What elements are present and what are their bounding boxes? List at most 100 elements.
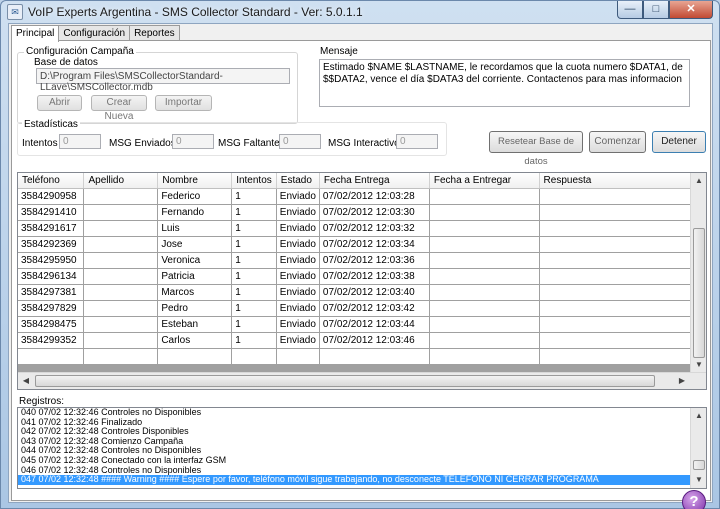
interactivos-field[interactable]: 0 bbox=[396, 134, 438, 149]
cell-nombre[interactable]: Marcos bbox=[157, 284, 233, 301]
col-respuesta[interactable]: Respuesta bbox=[539, 173, 706, 189]
enviados-field[interactable]: 0 bbox=[172, 134, 214, 149]
table-row[interactable]: 3584295950 Veronica 1 Enviado 07/02/2012 12:… bbox=[18, 252, 706, 269]
cell-fecha-a-entregar[interactable] bbox=[429, 252, 540, 269]
cell-fecha-entrega[interactable]: 07/02/2012 12:03:30 bbox=[319, 204, 430, 221]
title-bar[interactable]: ✉ VoIP Experts Argentina - SMS Collector… bbox=[1, 1, 719, 23]
cell-estado[interactable]: Enviado bbox=[276, 316, 320, 333]
cell-apellido[interactable] bbox=[83, 236, 159, 253]
scroll-right-arrow-icon[interactable]: ▶ bbox=[674, 373, 690, 389]
close-button[interactable]: ✕ bbox=[669, 1, 713, 19]
grid-vertical-thumb[interactable] bbox=[693, 228, 705, 358]
cell-estado[interactable]: Enviado bbox=[276, 252, 320, 269]
cell-telefono[interactable]: 3584295950 bbox=[18, 252, 85, 269]
table-row[interactable]: 3584291617 Luis 1 Enviado 07/02/2012 12:03:3… bbox=[18, 220, 706, 237]
cell-nombre[interactable]: Carlos bbox=[157, 332, 233, 349]
cell-apellido[interactable] bbox=[83, 316, 159, 333]
cell-fecha-entrega[interactable] bbox=[319, 348, 430, 365]
cell-intentos[interactable]: 1 bbox=[231, 220, 277, 237]
cell-estado[interactable]: Enviado bbox=[276, 236, 320, 253]
import-button[interactable]: Importar bbox=[155, 95, 212, 111]
cell-apellido[interactable] bbox=[83, 188, 159, 205]
table-row[interactable]: 3584297381 Marcos 1 Enviado 07/02/2012 12:03… bbox=[18, 284, 706, 301]
table-row[interactable]: 3584299352 Carlos 1 Enviado 07/02/2012 12:03… bbox=[18, 332, 706, 349]
cell-intentos[interactable]: 1 bbox=[231, 236, 277, 253]
cell-estado[interactable]: Enviado bbox=[276, 300, 320, 317]
cell-respuesta[interactable] bbox=[539, 332, 706, 349]
cell-respuesta[interactable] bbox=[539, 300, 706, 317]
cell-respuesta[interactable] bbox=[539, 268, 706, 285]
cell-nombre[interactable]: Pedro bbox=[157, 300, 233, 317]
cell-fecha-entrega[interactable]: 07/02/2012 12:03:32 bbox=[319, 220, 430, 237]
cell-fecha-a-entregar[interactable] bbox=[429, 332, 540, 349]
cell-fecha-entrega[interactable]: 07/02/2012 12:03:42 bbox=[319, 300, 430, 317]
minimize-button[interactable]: — bbox=[617, 1, 643, 19]
cell-fecha-entrega[interactable]: 07/02/2012 12:03:40 bbox=[319, 284, 430, 301]
help-button-icon[interactable]: ? bbox=[682, 490, 706, 509]
table-row[interactable]: 3584292369 Jose 1 Enviado 07/02/2012 12:03:3… bbox=[18, 236, 706, 253]
cell-fecha-entrega[interactable]: 07/02/2012 12:03:38 bbox=[319, 268, 430, 285]
log-line[interactable]: 047 07/02 12:32:48 #### Warning #### Esp… bbox=[18, 475, 706, 485]
cell-estado[interactable]: Enviado bbox=[276, 284, 320, 301]
scroll-down-arrow-icon[interactable]: ▼ bbox=[691, 357, 706, 373]
cell-nombre[interactable]: Esteban bbox=[157, 316, 233, 333]
cell-fecha-a-entregar[interactable] bbox=[429, 188, 540, 205]
create-new-button[interactable]: Crear Nueva bbox=[91, 95, 147, 122]
table-row[interactable]: 3584290958 Federico 1 Enviado 07/02/2012 12:… bbox=[18, 188, 706, 205]
log-scroll-thumb[interactable] bbox=[693, 460, 705, 470]
cell-intentos[interactable]: 1 bbox=[231, 252, 277, 269]
cell-fecha-entrega[interactable]: 07/02/2012 12:03:28 bbox=[319, 188, 430, 205]
log-listbox[interactable]: 040 07/02 12:32:46 Controles no Disponib… bbox=[17, 407, 707, 489]
cell-estado[interactable] bbox=[276, 348, 320, 365]
cell-fecha-a-entregar[interactable] bbox=[429, 300, 540, 317]
cell-intentos[interactable] bbox=[231, 348, 277, 365]
scroll-up-arrow-icon[interactable]: ▲ bbox=[691, 173, 706, 189]
col-apellido[interactable]: Apellido bbox=[83, 173, 159, 189]
table-row[interactable]: 3584296134 Patricia 1 Enviado 07/02/2012 12:… bbox=[18, 268, 706, 285]
faltantes-field[interactable]: 0 bbox=[279, 134, 321, 149]
cell-apellido[interactable] bbox=[83, 284, 159, 301]
cell-nombre[interactable]: Patricia bbox=[157, 268, 233, 285]
cell-estado[interactable]: Enviado bbox=[276, 268, 320, 285]
stop-button[interactable]: Detener bbox=[652, 131, 706, 153]
cell-apellido[interactable] bbox=[83, 268, 159, 285]
col-fecha-a-entregar[interactable]: Fecha a Entregar bbox=[429, 173, 540, 189]
col-estado[interactable]: Estado bbox=[276, 173, 320, 189]
table-row[interactable]: 3584297829 Pedro 1 Enviado 07/02/2012 12:03:… bbox=[18, 300, 706, 317]
cell-nombre[interactable]: Jose bbox=[157, 236, 233, 253]
cell-respuesta[interactable] bbox=[539, 316, 706, 333]
cell-telefono[interactable]: 3584292369 bbox=[18, 236, 85, 253]
cell-respuesta[interactable] bbox=[539, 220, 706, 237]
cell-intentos[interactable]: 1 bbox=[231, 204, 277, 221]
cell-respuesta[interactable] bbox=[539, 284, 706, 301]
scroll-left-arrow-icon[interactable]: ◀ bbox=[18, 373, 34, 389]
cell-telefono[interactable]: 3584298475 bbox=[18, 316, 85, 333]
log-scroll-up-icon[interactable]: ▲ bbox=[691, 408, 706, 424]
cell-fecha-a-entregar[interactable] bbox=[429, 284, 540, 301]
cell-intentos[interactable]: 1 bbox=[231, 300, 277, 317]
cell-telefono[interactable]: 3584291617 bbox=[18, 220, 85, 237]
cell-fecha-entrega[interactable]: 07/02/2012 12:03:34 bbox=[319, 236, 430, 253]
cell-apellido[interactable] bbox=[83, 332, 159, 349]
cell-fecha-a-entregar[interactable] bbox=[429, 316, 540, 333]
cell-estado[interactable]: Enviado bbox=[276, 332, 320, 349]
cell-apellido[interactable] bbox=[83, 252, 159, 269]
cell-telefono[interactable]: 3584290958 bbox=[18, 188, 85, 205]
cell-nombre[interactable]: Veronica bbox=[157, 252, 233, 269]
reset-database-button[interactable]: Resetear Base de datos bbox=[489, 131, 583, 167]
cell-telefono[interactable]: 3584296134 bbox=[18, 268, 85, 285]
grid-horizontal-scrollbar[interactable]: ◀ ▶ bbox=[18, 372, 706, 389]
cell-apellido[interactable] bbox=[83, 348, 159, 365]
col-intentos[interactable]: Intentos bbox=[231, 173, 277, 189]
cell-respuesta[interactable] bbox=[539, 348, 706, 365]
tab-configuracion[interactable]: Configuración bbox=[58, 25, 131, 41]
tab-reportes[interactable]: Reportes bbox=[129, 25, 180, 41]
cell-respuesta[interactable] bbox=[539, 236, 706, 253]
open-button[interactable]: Abrir bbox=[37, 95, 82, 111]
cell-intentos[interactable]: 1 bbox=[231, 316, 277, 333]
cell-fecha-a-entregar[interactable] bbox=[429, 204, 540, 221]
cell-intentos[interactable]: 1 bbox=[231, 268, 277, 285]
tab-principal[interactable]: Principal bbox=[11, 25, 60, 42]
cell-estado[interactable]: Enviado bbox=[276, 220, 320, 237]
grid-vertical-scrollbar[interactable]: ▲ ▼ bbox=[690, 173, 706, 373]
